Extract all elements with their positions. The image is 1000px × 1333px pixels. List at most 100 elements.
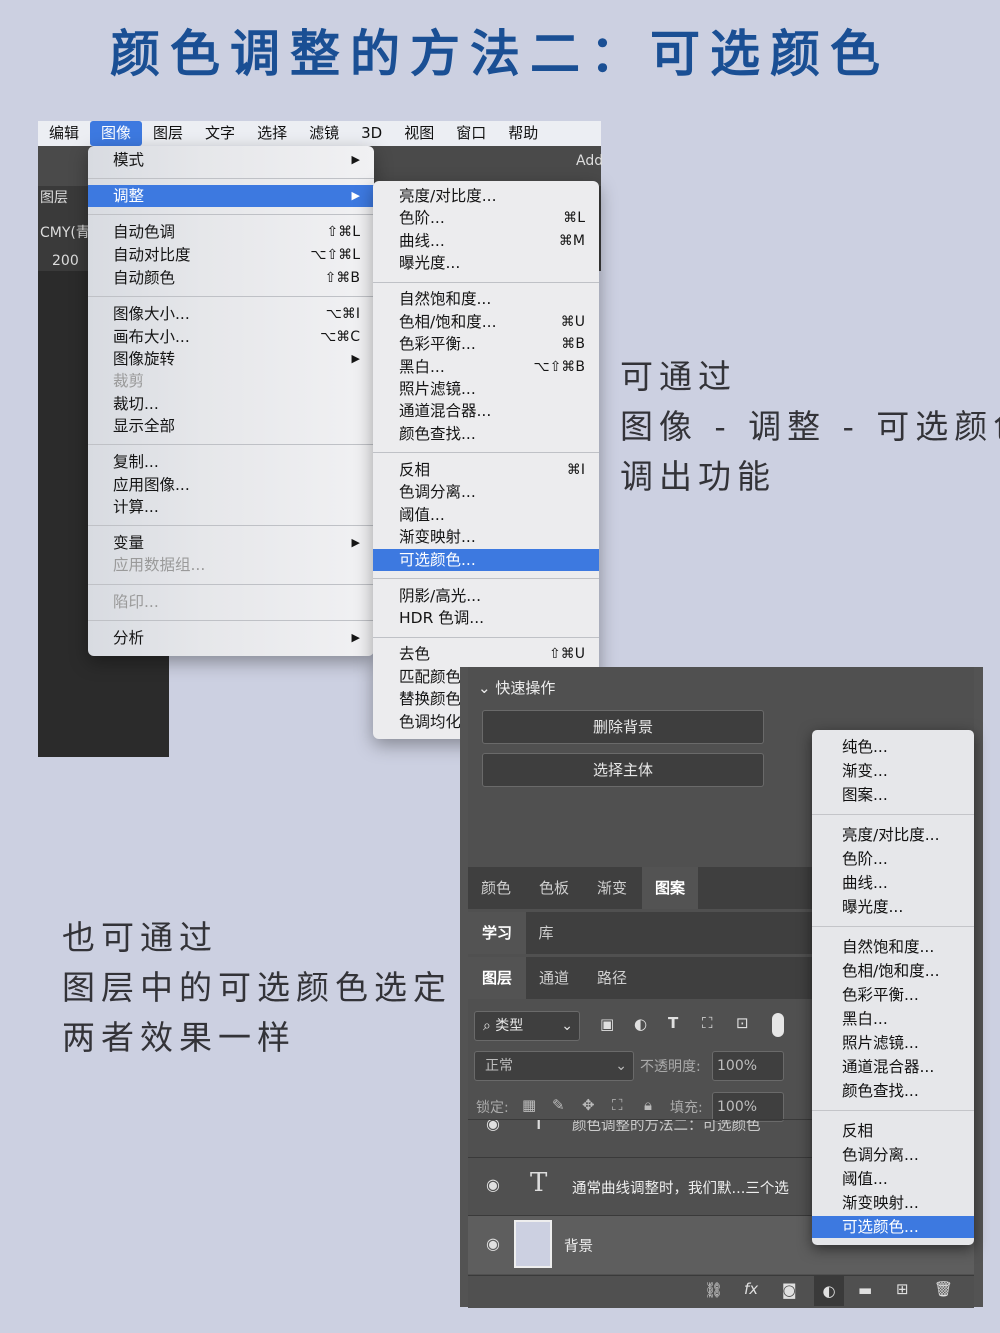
tab-libraries[interactable]: 库 xyxy=(526,912,566,954)
type-filter-icon[interactable]: T xyxy=(668,1014,678,1032)
mask-icon[interactable]: ◙ xyxy=(782,1281,797,1299)
menu-3d[interactable]: 3D xyxy=(350,121,393,146)
lock-brush-icon[interactable]: ✎ xyxy=(552,1096,565,1114)
lock-transparent-icon[interactable]: ▦ xyxy=(522,1096,536,1114)
blend-mode-select[interactable]: 正常 ⌄ xyxy=(474,1051,634,1081)
image-menu-item[interactable]: 应用图像... xyxy=(88,474,374,496)
image-menu-item[interactable]: 自动对比度 ⌥⇧⌘L xyxy=(88,244,374,266)
image-menu-item-adjust[interactable]: 调整 ▶ xyxy=(88,185,374,207)
tab-layers[interactable]: 图层 xyxy=(468,957,526,999)
adjust-item[interactable]: 渐变映射... xyxy=(373,526,599,548)
context-menu-item[interactable]: 阈值... xyxy=(812,1168,974,1190)
image-menu-item[interactable]: 显示全部 xyxy=(88,415,374,437)
eye-icon[interactable]: ◉ xyxy=(482,1175,504,1197)
eye-icon[interactable]: ◉ xyxy=(482,1234,504,1256)
adjust-item[interactable]: HDR 色调... xyxy=(373,607,599,629)
adjust-item[interactable]: 曝光度... xyxy=(373,252,599,274)
image-menu-item[interactable]: 模式 ▶ xyxy=(88,149,374,171)
tab-gradients[interactable]: 渐变 xyxy=(584,867,640,909)
adjust-item[interactable]: 色调分离... xyxy=(373,481,599,503)
menu-edit[interactable]: 编辑 xyxy=(38,121,90,146)
image-menu-item[interactable]: 变量 ▶ xyxy=(88,532,374,554)
filter-toggle[interactable] xyxy=(772,1013,784,1037)
context-menu-item[interactable]: 色彩平衡... xyxy=(812,984,974,1006)
image-menu-item[interactable]: 自动色调 ⇧⌘L xyxy=(88,221,374,243)
menu-layer[interactable]: 图层 xyxy=(142,121,194,146)
select-subject-button[interactable]: 选择主体 xyxy=(482,753,764,787)
menu-type[interactable]: 文字 xyxy=(194,121,246,146)
lock-all-icon[interactable]: 🔒︎ xyxy=(644,1096,652,1114)
tab-channels[interactable]: 通道 xyxy=(526,957,582,999)
image-menu-item[interactable]: 图像大小... ⌥⌘I xyxy=(88,303,374,325)
image-menu-item[interactable]: 复制... xyxy=(88,451,374,473)
tab-paths[interactable]: 路径 xyxy=(584,957,640,999)
context-menu-item[interactable]: 黑白... xyxy=(812,1008,974,1030)
image-menu-item[interactable]: 分析 ▶ xyxy=(88,627,374,649)
menu-filter[interactable]: 滤镜 xyxy=(298,121,350,146)
adjust-item[interactable]: 通道混合器... xyxy=(373,400,599,422)
adjust-item[interactable]: 颜色查找... xyxy=(373,423,599,445)
quick-actions-header[interactable]: ⌄ 快速操作 xyxy=(478,677,555,698)
trash-icon[interactable]: 🗑︎ xyxy=(934,1280,953,1298)
smart-object-filter-icon[interactable]: ⊡ xyxy=(736,1014,749,1032)
context-menu-item[interactable]: 亮度/对比度... xyxy=(812,824,974,846)
adjust-item[interactable]: 阴影/高光... xyxy=(373,585,599,607)
image-filter-icon[interactable]: ▣ xyxy=(600,1015,614,1033)
adjust-item[interactable]: 黑白... ⌥⇧⌘B xyxy=(373,356,599,378)
adjust-item[interactable]: 照片滤镜... xyxy=(373,378,599,400)
adjust-item[interactable]: 色相/饱和度... ⌘U xyxy=(373,311,599,333)
adjust-item[interactable]: 去色 ⇧⌘U xyxy=(373,643,599,665)
context-menu-item[interactable]: 纯色... xyxy=(812,736,974,758)
context-menu-item[interactable]: 图案... xyxy=(812,784,974,806)
context-menu-item[interactable]: 反相 xyxy=(812,1120,974,1142)
adjust-item[interactable]: 亮度/对比度... xyxy=(373,185,599,207)
context-menu-item[interactable]: 渐变映射... xyxy=(812,1192,974,1214)
context-menu-item[interactable]: 照片滤镜... xyxy=(812,1032,974,1054)
context-menu-item[interactable]: 曲线... xyxy=(812,872,974,894)
context-menu-item[interactable]: 自然饱和度... xyxy=(812,936,974,958)
adjust-item[interactable]: 自然饱和度... xyxy=(373,288,599,310)
new-layer-icon[interactable]: ⊞ xyxy=(896,1280,909,1298)
layer-filter-select[interactable]: ⌕ 类型 ⌄ xyxy=(474,1011,580,1041)
menu-select[interactable]: 选择 xyxy=(246,121,298,146)
remove-background-button[interactable]: 删除背景 xyxy=(482,710,764,744)
menu-view[interactable]: 视图 xyxy=(393,121,445,146)
adjust-item[interactable]: 色彩平衡... ⌘B xyxy=(373,333,599,355)
adjust-item[interactable]: 色阶... ⌘L xyxy=(373,207,599,229)
menu-help[interactable]: 帮助 xyxy=(497,121,549,146)
context-menu-item[interactable]: 色调分离... xyxy=(812,1144,974,1166)
context-menu-item[interactable]: 渐变... xyxy=(812,760,974,782)
context-menu-item[interactable]: 色相/饱和度... xyxy=(812,960,974,982)
context-menu-item[interactable]: 通道混合器... xyxy=(812,1056,974,1078)
menu-image[interactable]: 图像 xyxy=(90,121,143,146)
fx-icon[interactable]: fx xyxy=(744,1280,758,1298)
image-menu-item[interactable]: 裁切... xyxy=(88,393,374,415)
opacity-input[interactable]: 100% xyxy=(712,1051,784,1081)
context-menu-item[interactable]: 曝光度... xyxy=(812,896,974,918)
menu-window[interactable]: 窗口 xyxy=(445,121,497,146)
lock-move-icon[interactable]: ✥ xyxy=(582,1096,595,1114)
adjust-item[interactable]: 反相 ⌘I xyxy=(373,459,599,481)
adjust-item[interactable]: 阈值... xyxy=(373,504,599,526)
tab-learn[interactable]: 学习 xyxy=(468,912,526,954)
adjustment-filter-icon[interactable]: ◐ xyxy=(634,1015,647,1033)
adjust-item[interactable]: 曲线... ⌘M xyxy=(373,230,599,252)
folder-icon[interactable]: ▬ xyxy=(858,1281,872,1299)
tab-swatches[interactable]: 色板 xyxy=(526,867,582,909)
context-menu-item[interactable]: 颜色查找... xyxy=(812,1080,974,1102)
eye-icon[interactable]: ◉ xyxy=(482,1120,504,1136)
lock-artboard-icon[interactable]: ⛶ xyxy=(612,1096,623,1114)
tab-patterns[interactable]: 图案 xyxy=(642,867,698,909)
image-menu-item[interactable]: 计算... xyxy=(88,496,374,518)
image-menu-item[interactable]: 自动颜色 ⇧⌘B xyxy=(88,267,374,289)
image-menu-item[interactable]: 画布大小... ⌥⌘C xyxy=(88,326,374,348)
adjust-item-selective-color[interactable]: 可选颜色... xyxy=(373,549,599,571)
link-icon[interactable]: ⛓ xyxy=(704,1281,723,1299)
context-menu-item[interactable]: 色阶... xyxy=(812,848,974,870)
shape-filter-icon[interactable]: ⛶ xyxy=(702,1014,713,1032)
context-menu-item-selective-color[interactable]: 可选颜色... xyxy=(812,1216,974,1238)
image-menu-item[interactable]: 图像旋转 ▶ xyxy=(88,348,374,370)
adjustment-layer-icon[interactable]: ◐ xyxy=(814,1276,844,1306)
fill-input[interactable]: 100% xyxy=(712,1092,784,1122)
tab-color[interactable]: 颜色 xyxy=(468,867,524,909)
